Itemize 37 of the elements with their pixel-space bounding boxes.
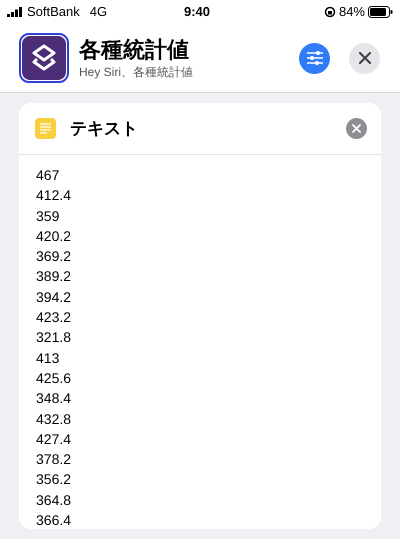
- text-line: 348.4: [36, 389, 72, 408]
- text-field[interactable]: 467 412.4 359 420.2 369.2 389.2 394.2 423.2 321.8 413 425.6 348.4 432.8 427.4 378.2 356.2 364.8 366.4: [19, 155, 381, 529]
- text-line: 394.2: [36, 288, 72, 307]
- signal-icon: [7, 7, 23, 17]
- text-line: 356.2: [36, 470, 72, 490]
- text-line: 413: [36, 348, 60, 368]
- sliders-icon: [306, 51, 324, 65]
- rotation-lock-icon: [324, 6, 336, 18]
- battery-icon: [368, 6, 393, 18]
- text-line: 425.6: [36, 368, 72, 388]
- network-type: 4G: [90, 3, 108, 22]
- text-line: 321.8: [36, 328, 72, 348]
- text-line: 427.4: [36, 430, 72, 449]
- text-line: 364.8: [36, 490, 72, 510]
- text-line: 378.2: [36, 450, 72, 470]
- action-title: テキスト: [70, 118, 138, 140]
- clock-time: 9:40: [184, 3, 210, 22]
- close-button[interactable]: [349, 42, 380, 74]
- settings-button[interactable]: [299, 42, 330, 74]
- close-icon: [352, 124, 361, 133]
- text-line: 389.2: [36, 267, 72, 286]
- text-document-icon: [35, 118, 56, 139]
- battery-percentage: 84%: [338, 3, 365, 22]
- shortcut-title: 各種統計値: [79, 36, 190, 64]
- text-line: 467: [36, 166, 60, 185]
- text-line: 420.2: [36, 226, 72, 246]
- close-icon: [358, 52, 370, 64]
- remove-button[interactable]: [346, 118, 367, 139]
- text-line: 366.4: [36, 511, 72, 529]
- text-line: 369.2: [36, 247, 72, 266]
- text-line: 412.4: [36, 186, 72, 206]
- text-line: 359: [36, 206, 60, 226]
- text-line: 432.8: [36, 410, 72, 429]
- text-line: 423.2: [36, 308, 72, 328]
- shortcut-subtitle: Hey Siri、各種統計値: [79, 64, 194, 80]
- carrier-name: SoftBank: [27, 3, 80, 22]
- app-icon: [19, 33, 69, 83]
